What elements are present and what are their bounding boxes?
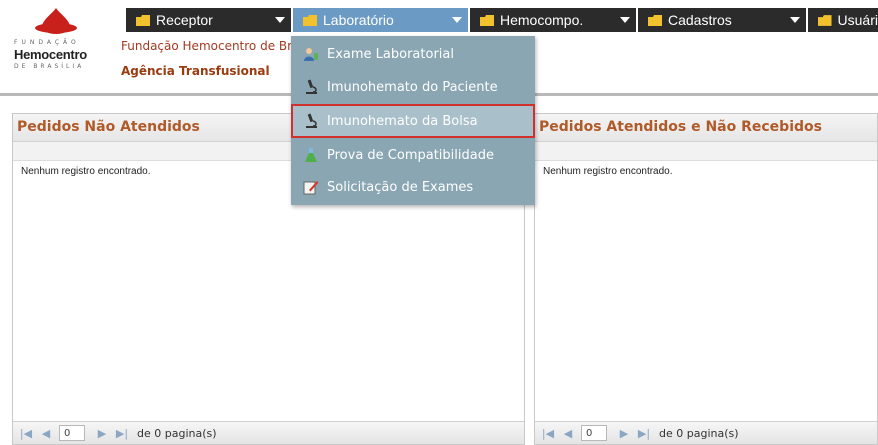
next-page-icon[interactable]: ▶ xyxy=(617,427,631,440)
menu-label: Usuári xyxy=(837,12,878,28)
chevron-down-icon xyxy=(452,17,462,23)
flask-icon xyxy=(305,148,317,162)
folder-icon xyxy=(136,14,150,26)
menu-label: Receptor xyxy=(156,12,213,28)
blood-drop-logo-icon xyxy=(35,8,77,34)
next-page-icon[interactable]: ▶ xyxy=(95,427,109,440)
logo-brand: Hemocentro xyxy=(14,47,87,62)
menu-item-label: Imunohemato da Bolsa xyxy=(327,113,478,129)
last-page-icon[interactable]: ▶| xyxy=(637,427,651,440)
prev-page-icon[interactable]: ◀ xyxy=(561,427,575,440)
microscope-icon xyxy=(306,79,317,94)
page-count-text: de 0 pagina(s) xyxy=(137,426,217,440)
menu-item-imunohemato-paciente[interactable]: Imunohemato do Paciente xyxy=(291,71,535,103)
page-number-input[interactable]: 0 xyxy=(59,425,85,441)
menu-item-label: Prova de Compatibilidade xyxy=(327,147,494,163)
chevron-down-icon xyxy=(620,17,630,23)
logo-top-text: FUNDAÇÃO xyxy=(14,39,80,46)
logo: FUNDAÇÃO Hemocentro DE BRASÍLIA xyxy=(12,8,104,98)
menu-item-prova-compatibilidade[interactable]: Prova de Compatibilidade xyxy=(291,139,535,171)
menu-laboratorio[interactable]: Laboratório xyxy=(291,8,468,32)
empty-message: Nenhum registro encontrado. xyxy=(543,166,673,177)
empty-message: Nenhum registro encontrado. xyxy=(21,166,151,177)
folder-icon xyxy=(480,14,494,26)
menu-usuarios[interactable]: Usuári xyxy=(806,8,878,32)
menu-cadastros[interactable]: Cadastros xyxy=(636,8,806,32)
first-page-icon[interactable]: |◀ xyxy=(19,427,33,440)
folder-icon xyxy=(303,14,317,26)
last-page-icon[interactable]: ▶| xyxy=(115,427,129,440)
form-pencil-icon xyxy=(303,181,319,195)
unit-name: Agência Transfusional xyxy=(121,64,270,78)
microscope-icon xyxy=(306,113,317,128)
menu-item-label: Exame Laboratorial xyxy=(327,46,454,62)
top-menu: Receptor Laboratório Hemocompo. Cadastro… xyxy=(124,8,878,32)
menu-label: Cadastros xyxy=(668,12,732,28)
pager: |◀ ◀ 0 ▶ ▶| de 0 pagina(s) xyxy=(13,421,524,444)
column-header-bar xyxy=(535,142,877,161)
menu-label: Laboratório xyxy=(323,12,394,28)
folder-icon xyxy=(648,14,662,26)
page-count-text: de 0 pagina(s) xyxy=(659,426,739,440)
menu-item-label: Solicitação de Exames xyxy=(327,179,474,195)
menu-item-solicitacao-exames[interactable]: Solicitação de Exames xyxy=(291,171,535,203)
menu-item-exame-laboratorial[interactable]: Exame Laboratorial xyxy=(291,38,535,70)
menu-item-imunohemato-bolsa[interactable]: Imunohemato da Bolsa xyxy=(291,104,535,138)
menu-receptor[interactable]: Receptor xyxy=(124,8,291,32)
chevron-down-icon xyxy=(275,17,285,23)
page-number-input[interactable]: 0 xyxy=(581,425,607,441)
chevron-down-icon xyxy=(790,17,800,23)
menu-item-label: Imunohemato do Paciente xyxy=(327,79,498,95)
laboratorio-dropdown: Exame Laboratorial Imunohemato do Pacien… xyxy=(291,36,535,205)
logo-bottom-text: DE BRASÍLIA xyxy=(14,63,85,70)
institution-name: Fundação Hemocentro de Brasília xyxy=(121,39,291,53)
folder-icon xyxy=(818,14,832,26)
user-lab-icon xyxy=(304,48,318,61)
menu-hemocomponentes[interactable]: Hemocompo. xyxy=(468,8,636,32)
panel-pedidos-atendidos-nao-recebidos: Pedidos Atendidos e Não Recebidos Nenhum… xyxy=(534,113,878,445)
menu-label: Hemocompo. xyxy=(500,12,584,28)
pager: |◀ ◀ 0 ▶ ▶| de 0 pagina(s) xyxy=(535,421,877,444)
panel-title: Pedidos Atendidos e Não Recebidos xyxy=(535,114,877,142)
first-page-icon[interactable]: |◀ xyxy=(541,427,555,440)
prev-page-icon[interactable]: ◀ xyxy=(39,427,53,440)
